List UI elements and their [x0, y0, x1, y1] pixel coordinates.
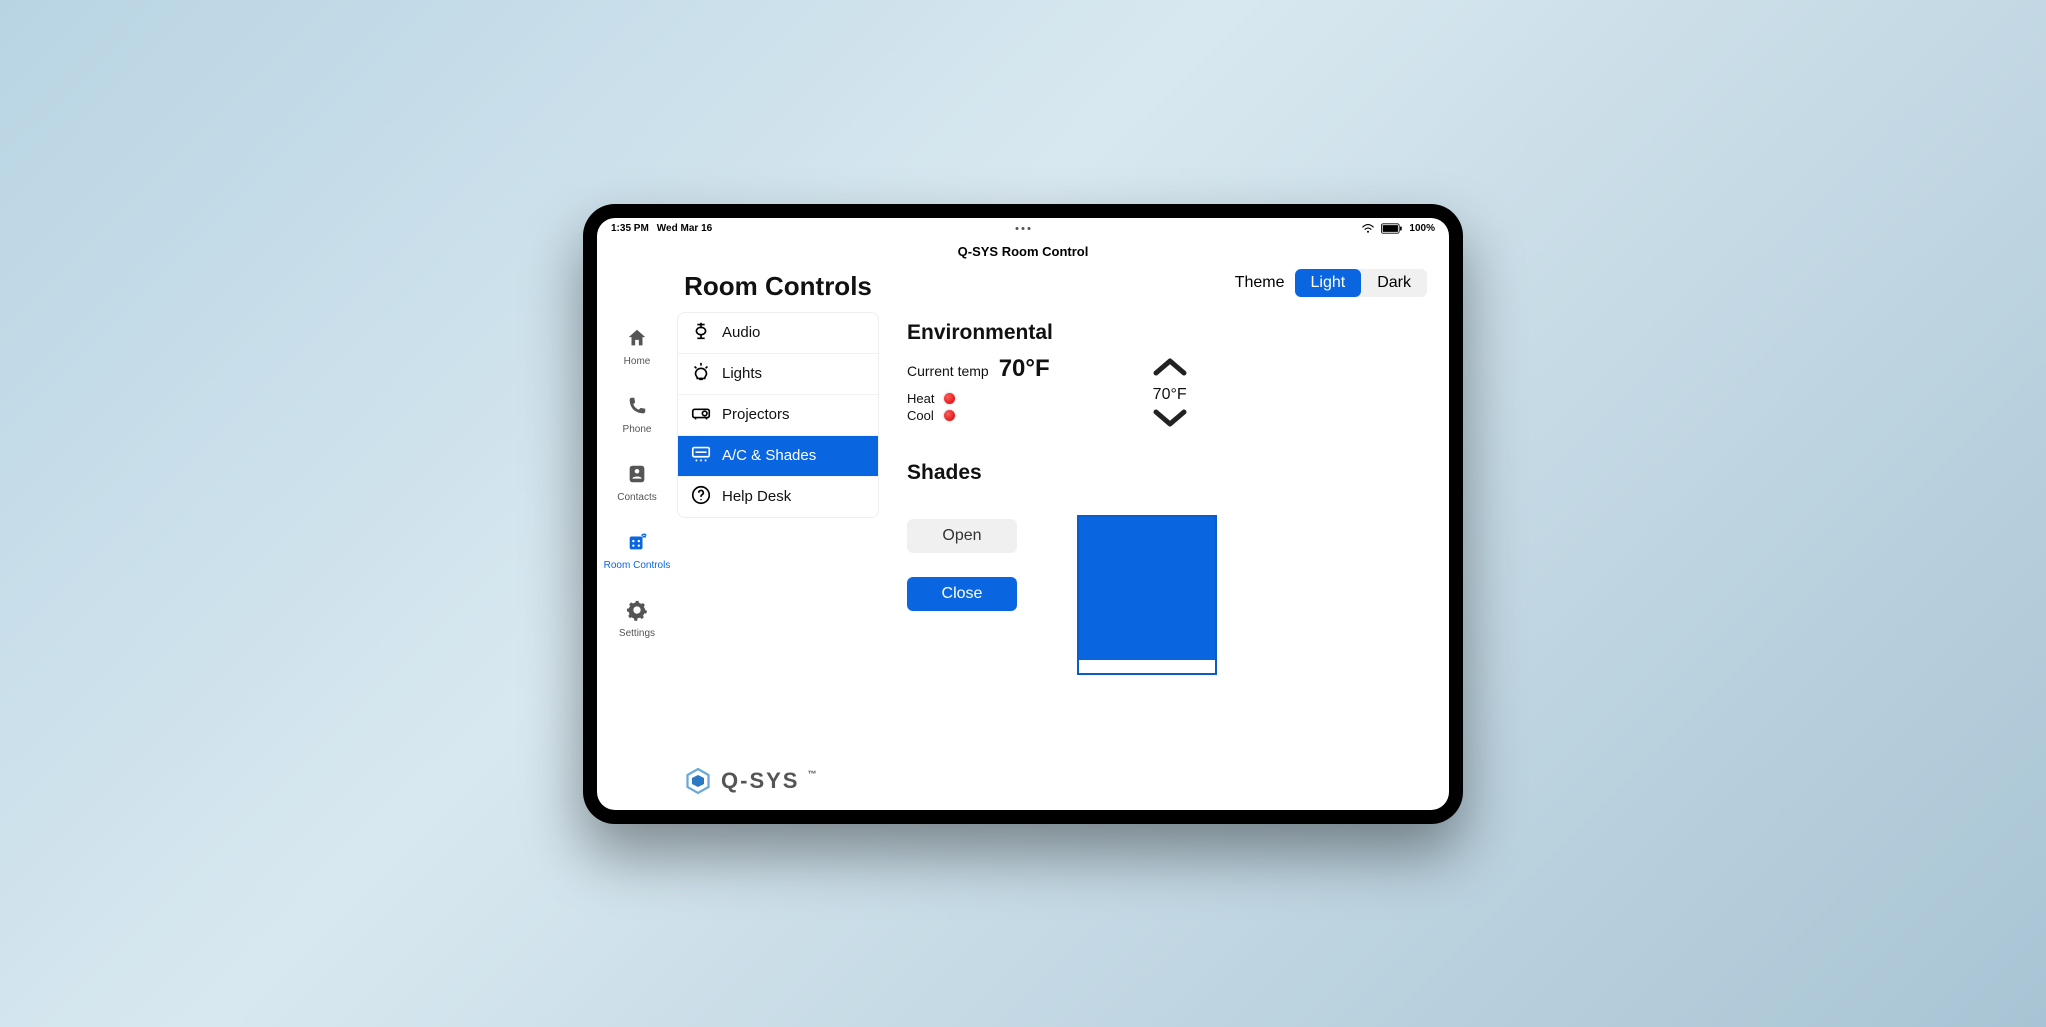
temp-setpoint: 70°F [1153, 386, 1187, 404]
shades-title: Shades [907, 461, 1427, 485]
nav-rail: Home Phone Contacts [597, 267, 677, 810]
nav-label-phone: Phone [623, 424, 652, 435]
theme-segmented: Light Dark [1295, 269, 1427, 297]
gear-icon [626, 599, 648, 624]
lights-icon [690, 361, 712, 387]
main-area: Theme Light Dark Environmental Current t… [887, 267, 1449, 810]
heat-indicator-icon [944, 393, 955, 404]
theme-switcher: Theme Light Dark [1235, 269, 1427, 297]
qsys-logo-icon [683, 766, 713, 796]
menu-label-ac-shades: A/C & Shades [722, 447, 816, 464]
temp-stepper: 70°F [1150, 355, 1190, 435]
current-temp-label: Current temp [907, 363, 989, 379]
nav-label-settings: Settings [619, 628, 655, 639]
phone-icon [626, 395, 648, 420]
nav-item-phone[interactable]: Phone [623, 395, 652, 435]
screen: 1:35 PM Wed Mar 16 100% Q-SYS Room Contr… [597, 218, 1449, 810]
environmental-title: Environmental [907, 321, 1427, 345]
menu-item-ac-shades[interactable]: A/C & Shades [678, 436, 878, 477]
status-date: Wed Mar 16 [657, 223, 712, 234]
nav-item-settings[interactable]: Settings [619, 599, 655, 639]
nav-label-contacts: Contacts [617, 492, 656, 503]
menu-label-help-desk: Help Desk [722, 488, 791, 505]
cool-label: Cool [907, 408, 934, 423]
heat-label: Heat [907, 391, 934, 406]
multitasking-dots[interactable] [1016, 227, 1031, 230]
menu-item-audio[interactable]: Audio [678, 313, 878, 354]
theme-dark-button[interactable]: Dark [1361, 269, 1427, 297]
battery-icon [1381, 223, 1403, 234]
menu-item-projectors[interactable]: Projectors [678, 395, 878, 436]
menu-item-lights[interactable]: Lights [678, 354, 878, 395]
menu-label-audio: Audio [722, 324, 760, 341]
wifi-icon [1361, 224, 1375, 234]
panel-title: Room Controls [677, 273, 879, 300]
nav-item-contacts[interactable]: Contacts [617, 463, 656, 503]
nav-item-home[interactable]: Home [624, 327, 651, 367]
temp-up-button[interactable] [1150, 355, 1190, 382]
contacts-icon [626, 463, 648, 488]
app-title: Q-SYS Room Control [597, 240, 1449, 267]
room-controls-icon [626, 531, 648, 556]
shade-fill [1079, 517, 1215, 661]
projector-icon [690, 402, 712, 428]
status-time: 1:35 PM [611, 223, 649, 234]
menu-label-projectors: Projectors [722, 406, 790, 423]
nav-label-home: Home [624, 356, 651, 367]
shades-close-button[interactable]: Close [907, 577, 1017, 611]
help-icon [690, 484, 712, 510]
brand-logo: Q-SYS ™ [677, 756, 879, 800]
theme-label: Theme [1235, 274, 1285, 292]
cool-indicator-icon [944, 410, 955, 421]
ac-shades-icon [690, 443, 712, 469]
status-bar: 1:35 PM Wed Mar 16 100% [597, 218, 1449, 240]
brand-logo-text: Q-SYS [721, 768, 799, 794]
menu-label-lights: Lights [722, 365, 762, 382]
menu-item-help-desk[interactable]: Help Desk [678, 477, 878, 517]
status-battery: 100% [1409, 223, 1435, 234]
sidebar-panel: Room Controls Audio Lights [677, 267, 887, 810]
shade-position-visual[interactable] [1077, 515, 1217, 675]
shades-open-button[interactable]: Open [907, 519, 1017, 553]
home-icon [626, 327, 648, 352]
current-temp-value: 70°F [999, 355, 1050, 383]
menu-list: Audio Lights Projectors [677, 312, 879, 518]
theme-light-button[interactable]: Light [1295, 269, 1362, 297]
nav-item-room-controls[interactable]: Room Controls [604, 531, 671, 571]
temp-down-button[interactable] [1150, 408, 1190, 435]
audio-icon [690, 320, 712, 346]
nav-label-room-controls: Room Controls [604, 560, 671, 571]
tablet-frame: 1:35 PM Wed Mar 16 100% Q-SYS Room Contr… [583, 204, 1463, 824]
